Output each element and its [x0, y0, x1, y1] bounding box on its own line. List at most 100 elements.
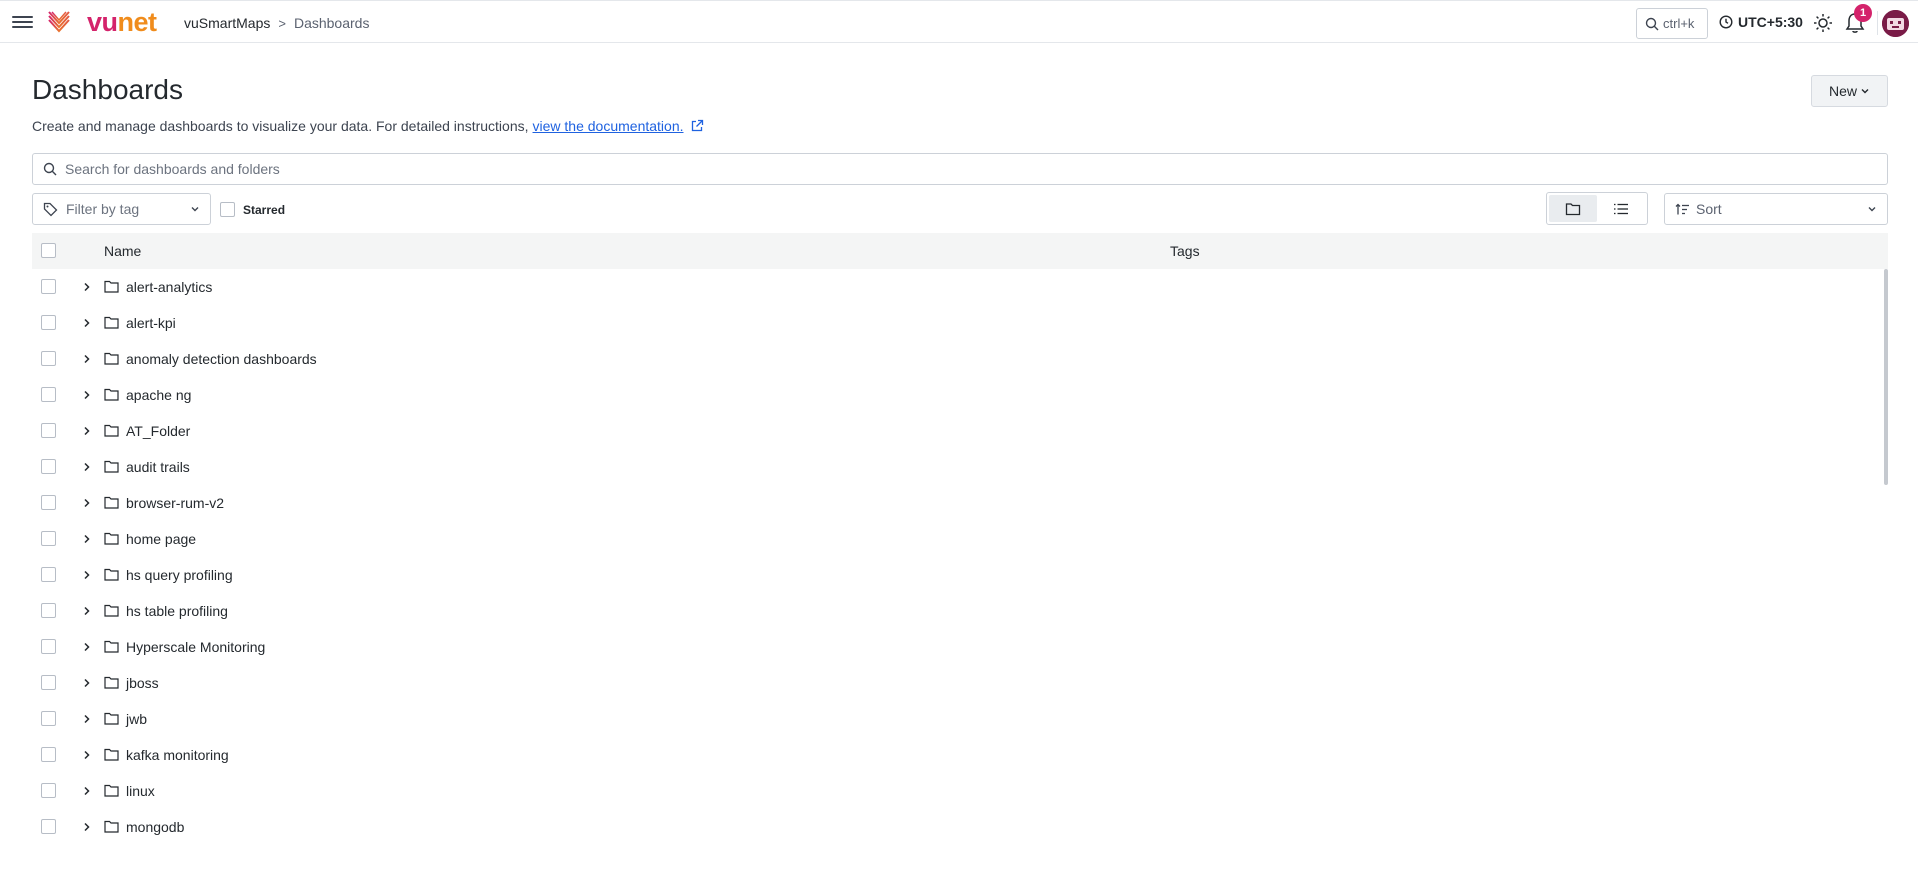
table-row[interactable]: hs table profiling — [32, 593, 1888, 629]
chevron-right-icon[interactable] — [81, 533, 93, 545]
folder-icon — [104, 820, 119, 833]
folder-icon — [104, 280, 119, 293]
breadcrumb: vuSmartMaps > Dashboards — [184, 15, 369, 31]
table-row[interactable]: jwb — [32, 701, 1888, 737]
global-search-button[interactable]: ctrl+k — [1636, 8, 1708, 39]
table-row[interactable]: alert-analytics — [32, 269, 1888, 305]
chevron-right-icon[interactable] — [81, 785, 93, 797]
chevron-right-icon[interactable] — [81, 497, 93, 509]
chevron-right-icon[interactable] — [81, 749, 93, 761]
chevron-right-icon[interactable] — [81, 425, 93, 437]
external-link-icon[interactable] — [690, 119, 704, 133]
chevron-right-icon[interactable] — [81, 821, 93, 833]
sun-icon[interactable] — [1813, 13, 1833, 33]
chevron-right-icon[interactable] — [81, 389, 93, 401]
folder-name[interactable]: hs query profiling — [126, 567, 233, 583]
dashboard-search[interactable] — [32, 153, 1888, 185]
column-header-name[interactable]: Name — [104, 243, 141, 259]
list-view-button[interactable] — [1597, 195, 1645, 222]
table-row[interactable]: jboss — [32, 665, 1888, 701]
table-row[interactable]: browser-rum-v2 — [32, 485, 1888, 521]
folder-name[interactable]: AT_Folder — [126, 423, 190, 439]
table-row[interactable]: mongodb — [32, 809, 1888, 845]
table-row[interactable]: hs query profiling — [32, 557, 1888, 593]
row-checkbox[interactable] — [41, 603, 56, 618]
chevron-right-icon[interactable] — [81, 641, 93, 653]
menu-icon[interactable] — [12, 13, 33, 31]
row-checkbox[interactable] — [41, 675, 56, 690]
folder-name[interactable]: audit trails — [126, 459, 190, 475]
table-row[interactable]: alert-kpi — [32, 305, 1888, 341]
row-checkbox[interactable] — [41, 567, 56, 582]
row-checkbox[interactable] — [41, 711, 56, 726]
row-checkbox[interactable] — [41, 387, 56, 402]
folder-name[interactable]: mongodb — [126, 819, 184, 835]
table-row[interactable]: anomaly detection dashboards — [32, 341, 1888, 377]
avatar[interactable] — [1882, 10, 1909, 37]
table-header: Name Tags — [32, 233, 1888, 269]
folder-name[interactable]: Hyperscale Monitoring — [126, 639, 265, 655]
row-checkbox[interactable] — [41, 423, 56, 438]
clock-icon — [1719, 15, 1733, 29]
folder-name[interactable]: anomaly detection dashboards — [126, 351, 317, 367]
starred-label: Starred — [243, 202, 286, 217]
starred-filter[interactable]: Starred — [220, 202, 285, 217]
folder-view-button[interactable] — [1549, 195, 1597, 222]
scrollbar[interactable] — [1884, 269, 1888, 485]
row-checkbox[interactable] — [41, 351, 56, 366]
chevron-right-icon[interactable] — [81, 353, 93, 365]
timezone-label: UTC+5:30 — [1738, 14, 1803, 30]
search-input[interactable] — [65, 161, 1865, 177]
folder-name[interactable]: kafka monitoring — [126, 747, 229, 763]
row-checkbox[interactable] — [41, 459, 56, 474]
avatar-image — [1882, 10, 1909, 37]
folder-icon — [104, 352, 119, 365]
table-row[interactable]: apache ng — [32, 377, 1888, 413]
table-row[interactable]: AT_Folder — [32, 413, 1888, 449]
folder-name[interactable]: jwb — [126, 711, 147, 727]
folder-name[interactable]: browser-rum-v2 — [126, 495, 224, 511]
column-header-tags: Tags — [1170, 243, 1200, 259]
row-checkbox[interactable] — [41, 747, 56, 762]
folder-name[interactable]: home page — [126, 531, 196, 547]
chevron-right-icon[interactable] — [81, 317, 93, 329]
table-row[interactable]: Hyperscale Monitoring — [32, 629, 1888, 665]
breadcrumb-root[interactable]: vuSmartMaps — [184, 15, 270, 31]
table-row[interactable]: audit trails — [32, 449, 1888, 485]
chevron-right-icon[interactable] — [81, 281, 93, 293]
folder-name[interactable]: hs table profiling — [126, 603, 228, 619]
vunet-logo[interactable]: vunet — [47, 9, 157, 36]
timezone-picker[interactable]: UTC+5:30 — [1719, 14, 1803, 30]
row-checkbox[interactable] — [41, 315, 56, 330]
table-row[interactable]: kafka monitoring — [32, 737, 1888, 773]
tag-filter[interactable]: Filter by tag — [32, 193, 211, 225]
folder-name[interactable]: linux — [126, 783, 155, 799]
row-checkbox[interactable] — [41, 783, 56, 798]
row-checkbox[interactable] — [41, 279, 56, 294]
row-checkbox[interactable] — [41, 531, 56, 546]
folder-name[interactable]: jboss — [126, 675, 159, 691]
new-button[interactable]: New — [1811, 75, 1888, 107]
chevron-right-icon[interactable] — [81, 569, 93, 581]
row-checkbox[interactable] — [41, 639, 56, 654]
table-row[interactable]: home page — [32, 521, 1888, 557]
folder-name[interactable]: alert-kpi — [126, 315, 176, 331]
documentation-link[interactable]: view the documentation. — [533, 118, 684, 134]
folder-icon — [104, 460, 119, 473]
starred-checkbox[interactable] — [220, 202, 235, 217]
vunet-logo-mark — [48, 11, 70, 33]
chevron-right-icon[interactable] — [81, 461, 93, 473]
row-checkbox[interactable] — [41, 495, 56, 510]
folder-name[interactable]: alert-analytics — [126, 279, 212, 295]
chevron-right-icon[interactable] — [81, 713, 93, 725]
top-navbar: vunet vuSmartMaps > Dashboards ctrl+k UT… — [0, 0, 1918, 43]
breadcrumb-separator: > — [278, 15, 286, 31]
row-checkbox[interactable] — [41, 819, 56, 834]
chevron-right-icon[interactable] — [81, 677, 93, 689]
sort-select[interactable]: Sort — [1664, 193, 1888, 225]
folder-name[interactable]: apache ng — [126, 387, 191, 403]
select-all-checkbox[interactable] — [41, 243, 56, 258]
folder-list: alert-analytics alert-kpi anomaly detectio… — [32, 269, 1888, 877]
chevron-right-icon[interactable] — [81, 605, 93, 617]
table-row[interactable]: linux — [32, 773, 1888, 809]
